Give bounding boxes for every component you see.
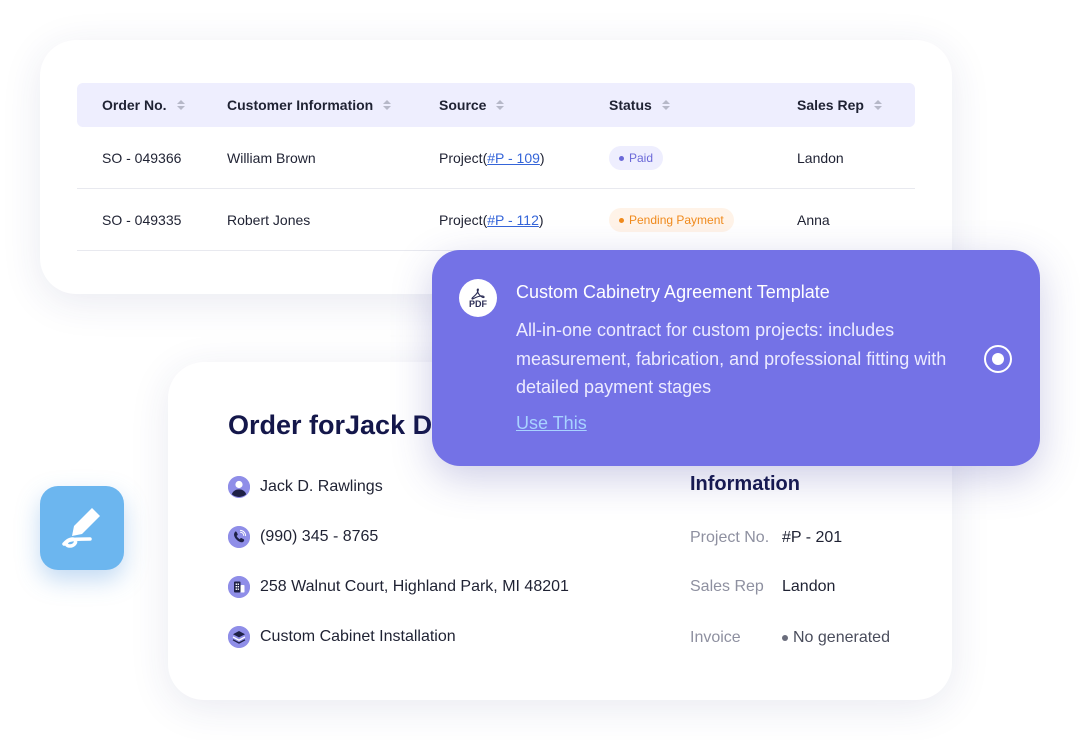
table-row[interactable]: SO - 049335 Robert Jones Project(#P - 11… (77, 189, 915, 251)
status-badge: Pending Payment (609, 208, 734, 232)
sort-icon[interactable] (496, 100, 505, 110)
pdf-icon: PDF (459, 279, 497, 317)
column-header-customer-information[interactable]: Customer Information (227, 83, 392, 127)
phone-icon (228, 526, 250, 548)
use-this-link[interactable]: Use This (516, 413, 587, 434)
order-no-cell: SO - 049366 (102, 150, 182, 166)
table-row[interactable]: SO - 049366 William Brown Project(#P - 1… (77, 127, 915, 189)
column-header-sales-rep[interactable]: Sales Rep (797, 83, 882, 127)
source-cell: Project(#P - 112) (439, 212, 544, 228)
status-badge: Paid (609, 146, 664, 170)
service-line: Custom Cabinet Installation (228, 625, 456, 649)
column-header-order-no[interactable]: Order No. (102, 83, 185, 127)
sort-icon[interactable] (383, 100, 392, 110)
building-icon (228, 576, 250, 598)
customer-name-line: Jack D. Rawlings (228, 475, 383, 499)
pen-signature-icon (62, 508, 100, 548)
status-dot-icon (619, 155, 624, 161)
customer-cell: Robert Jones (227, 212, 311, 228)
information-heading: Information (690, 473, 800, 495)
project-no-field: Project No. #P - 201 (690, 529, 843, 546)
invoice-field: Invoice No generated (690, 629, 890, 647)
sort-icon[interactable] (176, 100, 185, 110)
status-cell: Paid (609, 127, 664, 189)
sort-icon[interactable] (661, 100, 670, 110)
project-link[interactable]: #P - 112 (487, 212, 539, 228)
orders-table: Order No. Customer Information Source St… (77, 83, 915, 251)
radio-dot-icon (992, 353, 1004, 365)
table-header: Order No. Customer Information Source St… (77, 83, 915, 127)
edit-signature-app-icon[interactable] (40, 486, 124, 570)
template-description: All-in-one contract for custom projects:… (516, 320, 947, 397)
select-radio[interactable] (984, 345, 1012, 373)
template-popup[interactable]: PDF Custom Cabinetry Agreement Template … (432, 250, 1040, 466)
sort-icon[interactable] (873, 100, 882, 110)
sales-rep-field: Sales Rep Landon (690, 578, 836, 595)
order-title: Order forJack D (228, 410, 433, 440)
order-no-cell: SO - 049335 (102, 212, 182, 228)
address-line: 258 Walnut Court, Highland Park, MI 4820… (228, 575, 569, 599)
customer-cell: William Brown (227, 150, 316, 166)
sales-rep-cell: Anna (797, 212, 830, 228)
project-link[interactable]: #P - 109 (487, 150, 540, 166)
template-title: Custom Cabinetry Agreement Template (516, 282, 830, 302)
column-header-source[interactable]: Source (439, 83, 505, 127)
invoice-status: No generated (782, 629, 890, 647)
layers-icon (228, 626, 250, 648)
column-header-status[interactable]: Status (609, 83, 670, 127)
status-cell: Pending Payment (609, 189, 734, 251)
phone-line: (990) 345 - 8765 (228, 525, 378, 549)
sales-rep-cell: Landon (797, 150, 844, 166)
user-icon (228, 476, 250, 498)
status-dot-icon (782, 635, 788, 641)
source-cell: Project(#P - 109) (439, 150, 545, 166)
status-dot-icon (619, 217, 624, 223)
